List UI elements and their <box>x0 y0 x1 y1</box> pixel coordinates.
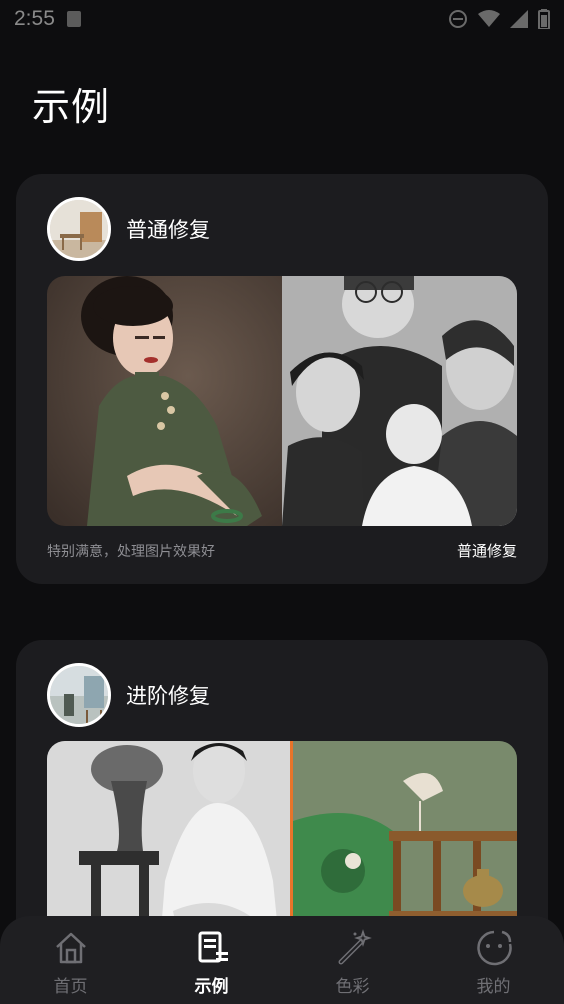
battery-icon <box>538 9 550 29</box>
wifi-icon <box>478 10 500 27</box>
before-after-photo-pair[interactable] <box>47 276 517 526</box>
magic-wand-icon <box>338 929 372 965</box>
nav-label: 我的 <box>476 977 511 997</box>
nav-label: 示例 <box>194 977 229 997</box>
example-card-basic-repair[interactable]: 普通修复 特别满意，处理图片效果好 普通修复 <box>16 174 548 584</box>
signal-icon <box>510 10 528 28</box>
do-not-disturb-icon <box>449 10 467 28</box>
card-title: 普通修复 <box>126 218 210 242</box>
nav-item-color[interactable]: 色彩 <box>298 928 408 997</box>
status-icons <box>448 9 550 29</box>
scene-thumbnail-image <box>50 666 108 724</box>
card-title: 进阶修复 <box>126 684 210 708</box>
document-list-icon <box>198 931 228 963</box>
review-text: 特别满意，处理图片效果好 <box>47 543 215 560</box>
nav-label: 色彩 <box>335 977 370 997</box>
smiley-face-icon <box>476 930 512 966</box>
status-time: 2:55 <box>14 7 55 30</box>
bottom-navigation: 首页 示例 色彩 我的 <box>0 916 564 1004</box>
status-bar: 2:55 <box>0 0 564 38</box>
home-icon <box>55 932 86 964</box>
sim-card-icon <box>66 11 81 27</box>
page-title: 示例 <box>32 85 111 129</box>
card-header: 普通修复 <box>47 197 210 261</box>
card-footer: 特别满意，处理图片效果好 普通修复 <box>47 540 517 561</box>
example-card-advanced-repair[interactable]: 进阶修复 <box>16 640 548 981</box>
card-header: 进阶修复 <box>47 663 210 727</box>
restored-bw-family-photo <box>282 276 517 526</box>
nav-item-profile[interactable]: 我的 <box>439 928 549 997</box>
color-portrait-photo <box>47 276 282 526</box>
avatar <box>47 197 111 261</box>
nav-item-examples[interactable]: 示例 <box>157 928 267 997</box>
nav-label: 首页 <box>53 977 88 997</box>
avatar <box>47 663 111 727</box>
room-thumbnail-image <box>50 200 108 258</box>
repair-type-tag: 普通修复 <box>456 542 517 560</box>
nav-item-home[interactable]: 首页 <box>16 928 126 997</box>
